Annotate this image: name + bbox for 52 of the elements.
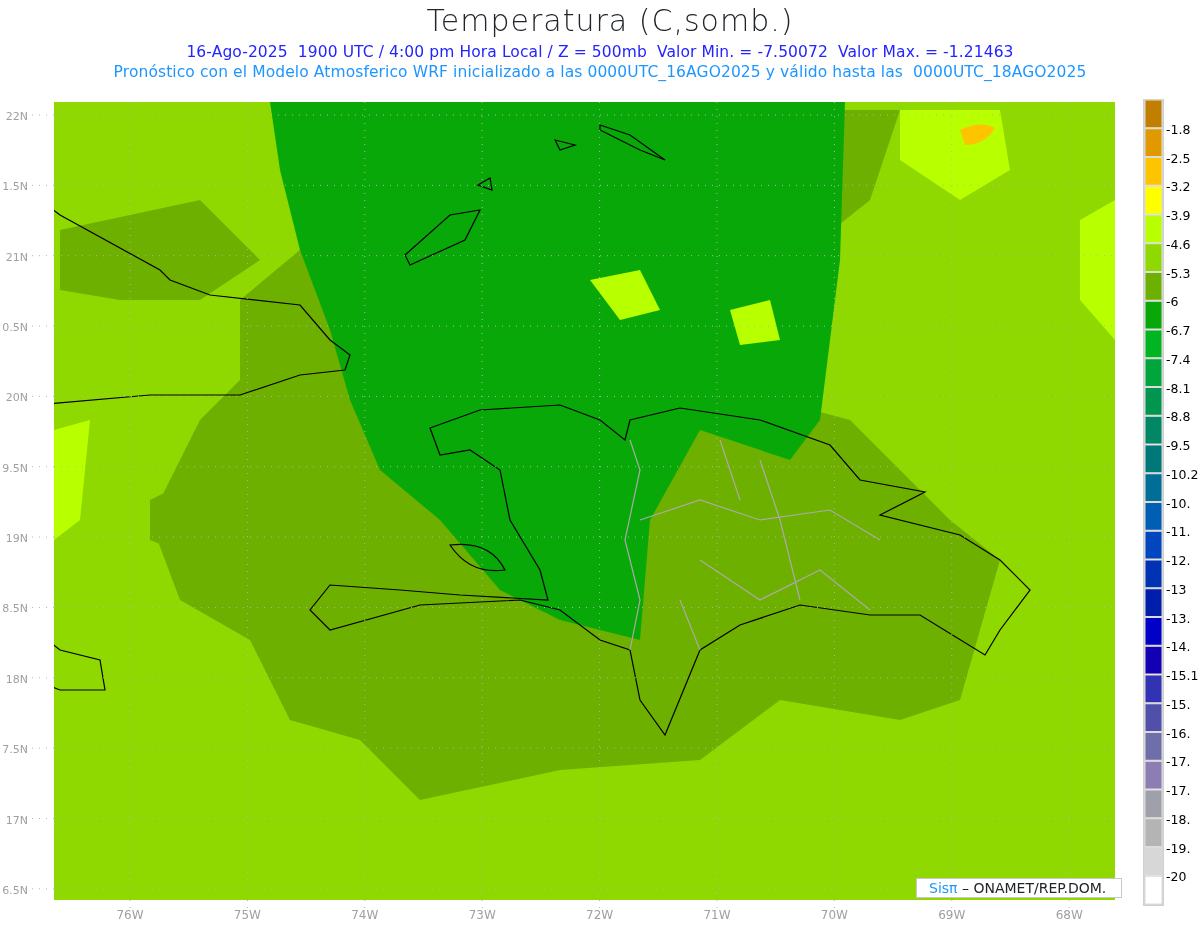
colorbar-label: -6: [1166, 294, 1179, 310]
latitude-label: 1.5N: [2, 180, 28, 194]
colorbar-label: -6.7: [1166, 323, 1191, 338]
subtitle-line: 16-Ago-2025 1900 UTC / 4:00 pm Hora Local / Z = 500mb Valor Min. = -7.50072 Valor Max. = -1.21463: [186, 42, 1014, 62]
longitude-label: 76W: [116, 908, 144, 922]
colorbar-label: -12.: [1166, 553, 1191, 568]
colorbar-label: -1.8: [1166, 121, 1191, 137]
latitude-label: 18N: [5, 672, 28, 686]
longitude-label: 69W: [938, 908, 966, 922]
longitude-label: 73W: [468, 908, 496, 922]
colorbar-label: -15.: [1166, 696, 1191, 712]
colorbar-label: -13.: [1166, 610, 1191, 626]
colorbar-label: -3.2: [1166, 179, 1191, 195]
longitude-label: 70W: [820, 908, 848, 922]
chart-title: Temperatura (C,somb.): [426, 2, 794, 36]
colorbar-label: -14.: [1166, 639, 1191, 655]
colorbar-label: -18.: [1166, 811, 1191, 827]
colorbar-label: -17.: [1166, 783, 1191, 798]
colorbar-label: -3.9: [1166, 208, 1191, 223]
subtitle-line: Pronóstico con el Modelo Atmosferico WRF inicializado a las 0000UTC_16AGO2025 y válido hasta las 0000UTC_18AGO2025: [113, 62, 1087, 82]
colorbar-label: -19.: [1166, 840, 1191, 856]
colorbar-label: -16.: [1166, 725, 1191, 741]
colorbar-label: -15.1: [1166, 668, 1199, 683]
longitude-label: 75W: [233, 908, 261, 922]
colorbar-label: -10.2: [1166, 466, 1199, 482]
colorbar-label: -9.5: [1166, 438, 1191, 453]
colorbar-label: -7.4: [1166, 351, 1191, 367]
latitude-label: 0.5N: [2, 321, 28, 335]
latitude-label: 20N: [5, 391, 28, 405]
colorbar-label: -13: [1166, 581, 1187, 597]
longitude-label: 74W: [351, 908, 379, 922]
colorbar-label: -4.6: [1166, 236, 1191, 252]
longitude-label: 72W: [586, 908, 614, 922]
colorbar-label: -2.5: [1166, 150, 1191, 166]
latitude-label: 9.5N: [2, 461, 28, 475]
longitude-label: 68W: [1055, 908, 1083, 922]
longitude-label: 71W: [703, 908, 731, 922]
latitude-label: 22N: [5, 110, 28, 123]
latitude-label: 8.5N: [2, 602, 28, 616]
colorbar-label: -8.1: [1166, 380, 1191, 396]
latitude-label: 6.5N: [2, 883, 28, 897]
latitude-label: 19N: [5, 532, 28, 546]
latitude-label: 7.5N: [2, 743, 28, 757]
colorbar-label: -5.3: [1166, 265, 1191, 281]
latitude-label: 21N: [5, 250, 28, 264]
credit-label: Sisπ – ONAMET/REP.DOM.: [916, 878, 1122, 898]
latitude-label: 17N: [5, 813, 28, 827]
colorbar-label: -11.: [1166, 524, 1191, 540]
colorbar-label: -10.: [1166, 495, 1191, 511]
colorbar-label: -17.: [1166, 754, 1191, 770]
colorbar-label: -8.8: [1166, 409, 1191, 425]
colorbar-label: -20: [1166, 869, 1187, 885]
